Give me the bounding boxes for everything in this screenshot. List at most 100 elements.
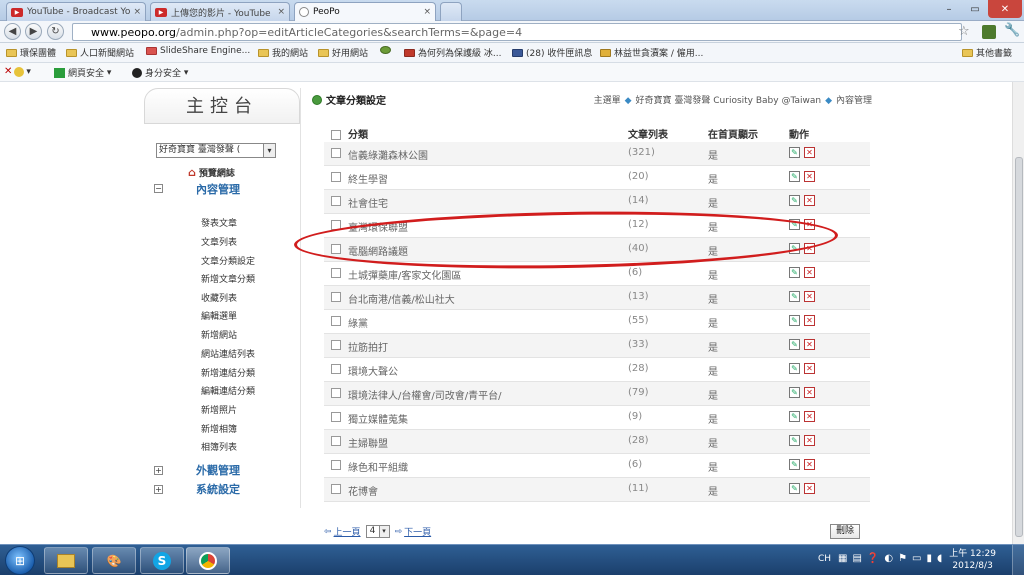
prev-page-link[interactable]: 上一頁 bbox=[334, 525, 361, 538]
row-checkbox[interactable] bbox=[331, 364, 341, 374]
delete-icon[interactable]: ✕ bbox=[804, 483, 815, 494]
paint-taskbar-button[interactable]: 🎨 bbox=[92, 547, 136, 574]
tab-youtube-broadcast[interactable]: ▶ YouTube - Broadcast Yo × bbox=[6, 2, 146, 21]
edit-icon[interactable]: ✎ bbox=[789, 291, 800, 302]
expand-icon[interactable]: + bbox=[154, 466, 163, 475]
row-checkbox[interactable] bbox=[331, 292, 341, 302]
menu-item[interactable]: 編輯選單 bbox=[201, 309, 237, 322]
scrollbar[interactable] bbox=[1012, 82, 1024, 544]
bookmark-folder[interactable]: 好用網站 bbox=[318, 46, 368, 59]
row-checkbox[interactable] bbox=[331, 412, 341, 422]
row-checkbox[interactable] bbox=[331, 460, 341, 470]
edit-icon[interactable]: ✎ bbox=[789, 435, 800, 446]
menu-item[interactable]: 網站連結列表 bbox=[201, 347, 255, 360]
minimize-icon[interactable]: – bbox=[936, 0, 962, 18]
bookmark-link[interactable]: SlideShare Engine... bbox=[146, 46, 250, 56]
delete-icon[interactable]: ✕ bbox=[804, 315, 815, 326]
back-icon[interactable]: ◀ bbox=[4, 23, 21, 40]
skype-taskbar-button[interactable]: S bbox=[140, 547, 184, 574]
url-input[interactable]: www.peopo.org/admin.php?op=editArticleCa… bbox=[72, 23, 962, 41]
delete-icon[interactable]: ✕ bbox=[804, 387, 815, 398]
category-name[interactable]: 綠色和平組織 bbox=[348, 459, 408, 474]
category-name[interactable]: 主婦聯盟 bbox=[348, 435, 388, 450]
reload-icon[interactable]: ↻ bbox=[47, 23, 64, 40]
category-name[interactable]: 台北南港/信義/松山社大 bbox=[348, 291, 455, 306]
delete-icon[interactable]: ✕ bbox=[804, 459, 815, 470]
start-button[interactable]: ⊞ bbox=[5, 546, 35, 575]
extension-icon[interactable] bbox=[982, 25, 996, 39]
scrollbar-thumb[interactable] bbox=[1015, 157, 1023, 537]
chrome-taskbar-button[interactable] bbox=[186, 547, 230, 574]
breadcrumb-item[interactable]: 好奇寶寶 臺灣發聲 Curiosity Baby @Taiwan bbox=[636, 96, 822, 106]
edit-icon[interactable]: ✎ bbox=[789, 459, 800, 470]
bookmark-link[interactable]: 林益世貪瀆案 / 僱用... bbox=[600, 46, 703, 59]
delete-icon[interactable]: ✕ bbox=[804, 291, 815, 302]
section-system-settings[interactable]: 系統設定 bbox=[196, 481, 240, 497]
menu-item[interactable]: 文章分類設定 bbox=[201, 254, 255, 267]
row-checkbox[interactable] bbox=[331, 388, 341, 398]
row-checkbox[interactable] bbox=[331, 172, 341, 182]
delete-icon[interactable]: ✕ bbox=[804, 147, 815, 158]
forward-icon[interactable]: ▶ bbox=[25, 23, 42, 40]
edit-icon[interactable]: ✎ bbox=[789, 147, 800, 158]
new-tab-button[interactable] bbox=[440, 2, 462, 21]
section-appearance[interactable]: 外觀管理 bbox=[196, 462, 240, 478]
other-bookmarks[interactable]: 其他書籤 bbox=[962, 46, 1012, 59]
category-name[interactable]: 信義綠灘森林公園 bbox=[348, 147, 428, 162]
star-icon[interactable]: ☆ bbox=[958, 24, 970, 39]
select-all-checkbox[interactable] bbox=[331, 130, 341, 140]
menu-item[interactable]: 新增文章分類 bbox=[201, 272, 255, 285]
identity-security-button[interactable]: 身分安全 ▾ bbox=[132, 66, 188, 79]
bookmark-folder[interactable]: 人口新聞網站 bbox=[66, 46, 134, 59]
tab-youtube-upload[interactable]: ▶ 上傳您的影片 - YouTube × bbox=[150, 2, 290, 21]
category-name[interactable]: 終生學習 bbox=[348, 171, 388, 186]
bookmark-link[interactable]: (28) 收件匣訊息 bbox=[512, 46, 592, 59]
row-checkbox[interactable] bbox=[331, 436, 341, 446]
row-checkbox[interactable] bbox=[331, 148, 341, 158]
edit-icon[interactable]: ✎ bbox=[789, 483, 800, 494]
category-name[interactable]: 綠黨 bbox=[348, 315, 368, 330]
category-name[interactable]: 環境法律人/台權會/司改會/青平台/ bbox=[348, 387, 501, 402]
category-name[interactable]: 拉筋拍打 bbox=[348, 339, 388, 354]
bookmark-link[interactable]: 為何列為保護級 冰... bbox=[404, 46, 501, 59]
delete-icon[interactable]: ✕ bbox=[804, 339, 815, 350]
expand-icon[interactable]: + bbox=[154, 485, 163, 494]
bookmark-folder[interactable]: 我的網站 bbox=[258, 46, 308, 59]
site-select[interactable]: 好奇寶寶 臺灣發聲 ( ▾ bbox=[156, 143, 276, 158]
delete-icon[interactable]: ✕ bbox=[804, 171, 815, 182]
explorer-taskbar-button[interactable] bbox=[44, 547, 88, 574]
row-checkbox[interactable] bbox=[331, 340, 341, 350]
menu-item[interactable]: 相簿列表 bbox=[201, 440, 237, 453]
show-desktop-button[interactable] bbox=[1012, 545, 1024, 575]
close-tab-icon[interactable]: × bbox=[130, 7, 141, 17]
menu-item[interactable]: 編輯連結分類 bbox=[201, 384, 255, 397]
menu-item[interactable]: 發表文章 bbox=[201, 216, 237, 229]
collapse-icon[interactable]: − bbox=[154, 184, 163, 193]
menu-item[interactable]: 文章列表 bbox=[201, 235, 237, 248]
delete-icon[interactable]: ✕ bbox=[804, 267, 815, 278]
breadcrumb-item[interactable]: 內容管理 bbox=[836, 96, 872, 106]
section-content-management[interactable]: 內容管理 bbox=[196, 181, 240, 197]
edit-icon[interactable]: ✎ bbox=[789, 339, 800, 350]
delete-icon[interactable]: ✕ bbox=[804, 411, 815, 422]
toolbar-menu-icon[interactable]: ✕ ▾ bbox=[4, 66, 31, 77]
maximize-icon[interactable]: ▭ bbox=[962, 0, 988, 18]
language-indicator[interactable]: CH bbox=[818, 554, 831, 564]
delete-icon[interactable]: ✕ bbox=[804, 435, 815, 446]
close-window-icon[interactable]: ✕ bbox=[988, 0, 1022, 18]
close-tab-icon[interactable]: × bbox=[420, 7, 431, 17]
close-tab-icon[interactable]: × bbox=[274, 7, 285, 17]
category-name[interactable]: 社會住宅 bbox=[348, 195, 388, 210]
delete-icon[interactable]: ✕ bbox=[804, 363, 815, 374]
edit-icon[interactable]: ✎ bbox=[789, 267, 800, 278]
delete-button[interactable]: 刪除 bbox=[830, 524, 860, 539]
edit-icon[interactable]: ✎ bbox=[789, 171, 800, 182]
preview-blog-link[interactable]: ⌂ 預覽網誌 bbox=[188, 166, 235, 179]
category-name[interactable]: 花博會 bbox=[348, 483, 378, 498]
edit-icon[interactable]: ✎ bbox=[789, 363, 800, 374]
row-checkbox[interactable] bbox=[331, 196, 341, 206]
edit-icon[interactable]: ✎ bbox=[789, 411, 800, 422]
row-checkbox[interactable] bbox=[331, 316, 341, 326]
delete-icon[interactable]: ✕ bbox=[804, 195, 815, 206]
menu-item[interactable]: 新增照片 bbox=[201, 403, 237, 416]
